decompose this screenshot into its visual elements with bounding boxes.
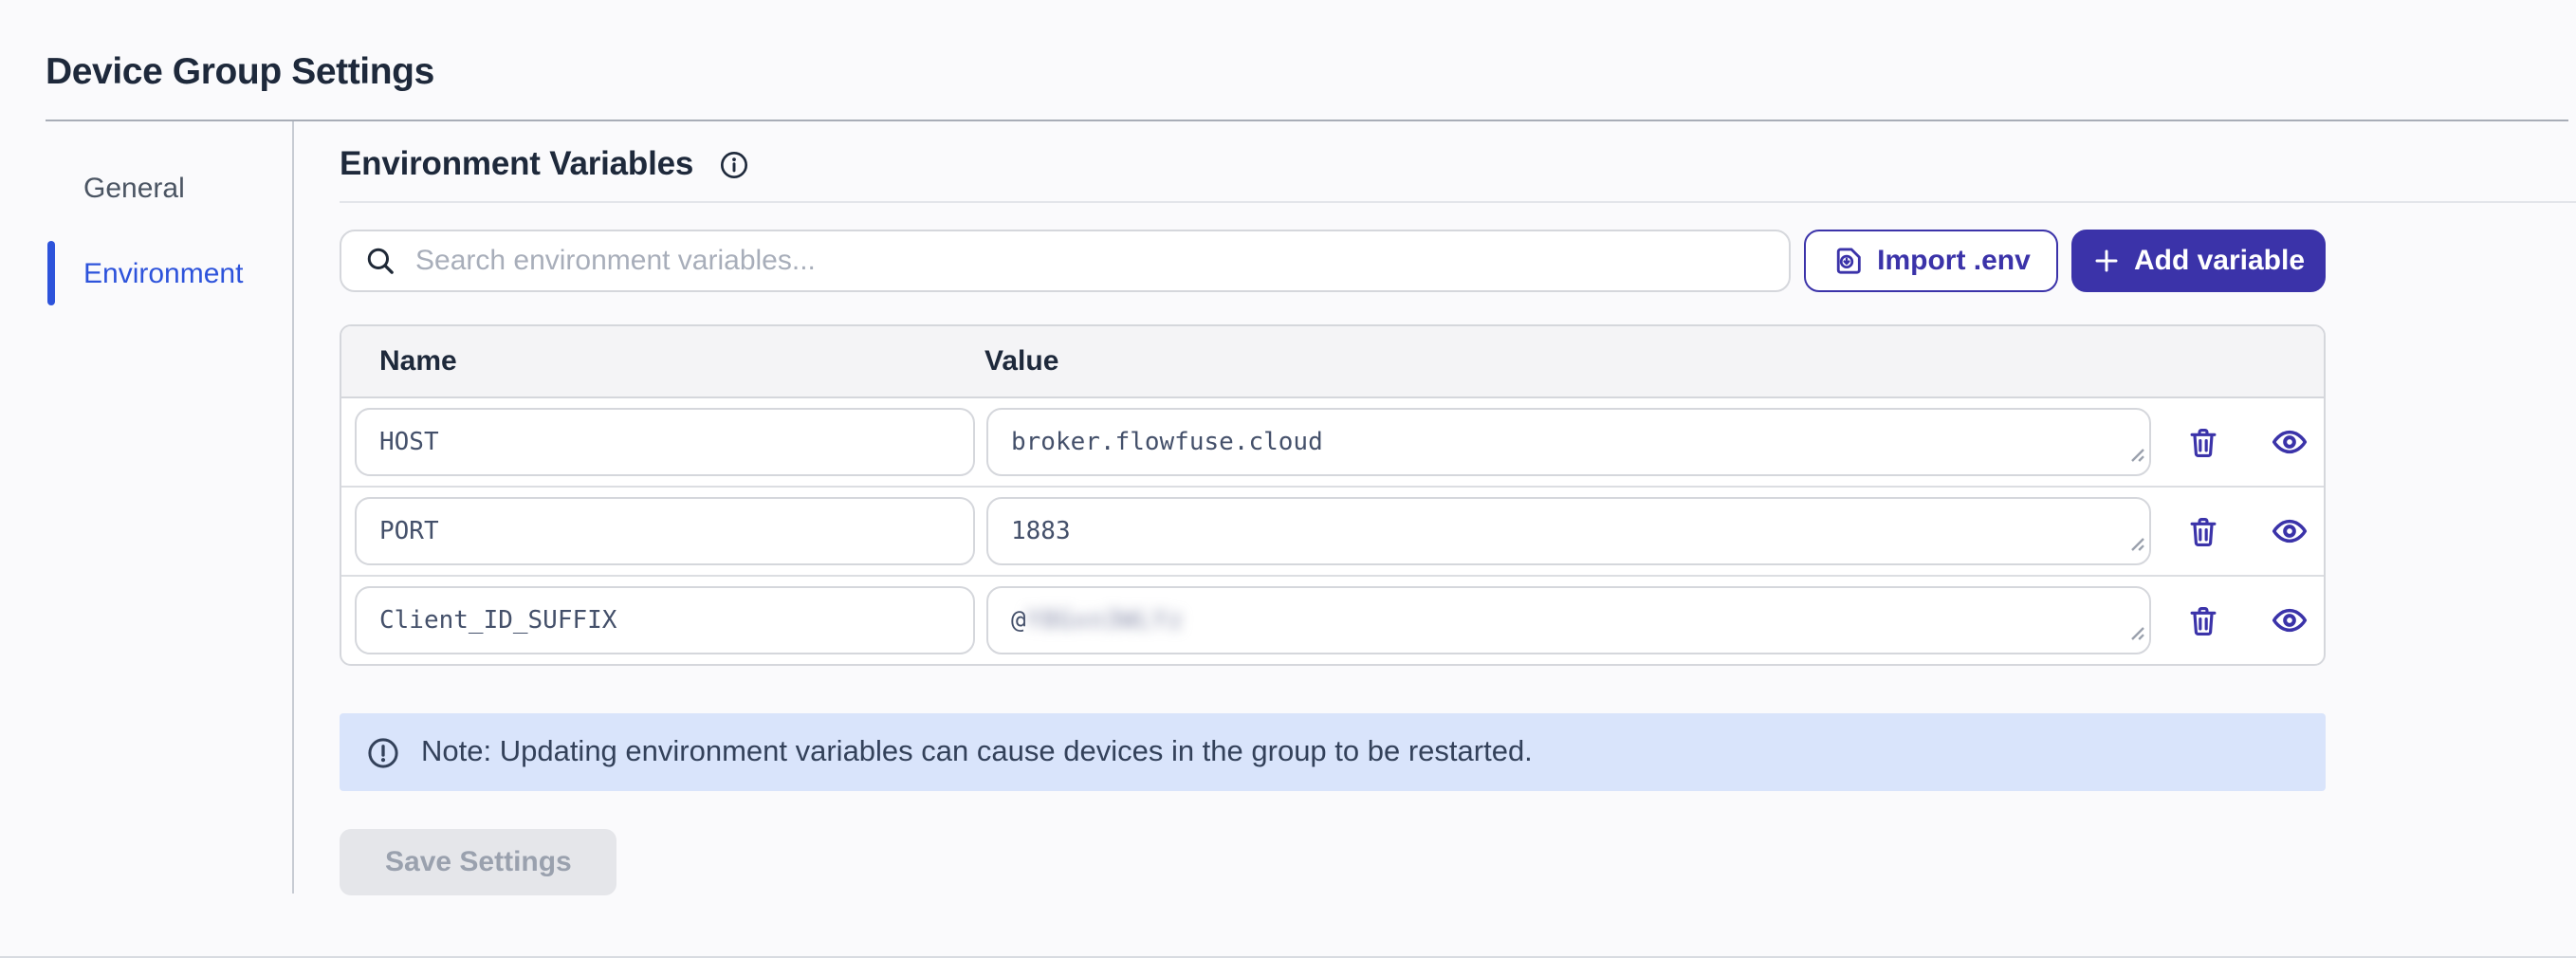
section-heading-row: Environment Variables bbox=[340, 144, 2576, 184]
resize-handle[interactable] bbox=[2126, 531, 2145, 560]
variable-value-textarea[interactable]: 1883 bbox=[986, 497, 2151, 565]
delete-variable-button[interactable] bbox=[2185, 424, 2221, 460]
settings-sidebar: General Environment bbox=[0, 121, 294, 894]
section-heading: Environment Variables bbox=[340, 144, 693, 184]
variable-value-text: 1883 bbox=[1011, 517, 1071, 545]
resize-handle[interactable] bbox=[2126, 442, 2145, 470]
trash-icon bbox=[2185, 513, 2221, 549]
device-group-settings-page: Device Group Settings General Environmen… bbox=[0, 0, 2576, 958]
delete-variable-button[interactable] bbox=[2185, 602, 2221, 638]
eye-icon bbox=[2271, 512, 2309, 550]
sidebar-item-label: Environment bbox=[83, 257, 243, 289]
reveal-value-button[interactable] bbox=[2271, 601, 2309, 639]
search-box[interactable] bbox=[340, 230, 1791, 292]
env-controls-row: Import .env Add variable bbox=[340, 230, 2326, 292]
table-row: 1883 bbox=[341, 486, 2324, 575]
masked-value-text: Y8Gxn3WLYz bbox=[1026, 606, 1185, 635]
reveal-value-button[interactable] bbox=[2271, 512, 2309, 550]
settings-content: General Environment Environment Variable… bbox=[0, 121, 2576, 895]
section-divider bbox=[340, 201, 2576, 203]
delete-variable-button[interactable] bbox=[2185, 513, 2221, 549]
search-input[interactable] bbox=[415, 245, 1766, 277]
active-indicator-bar bbox=[47, 241, 55, 305]
resize-handle[interactable] bbox=[2126, 620, 2145, 649]
page-title: Device Group Settings bbox=[0, 0, 2576, 95]
variable-value-text: broker.flowfuse.cloud bbox=[1011, 428, 1323, 456]
variable-value-textarea[interactable]: broker.flowfuse.cloud bbox=[986, 408, 2151, 476]
sidebar-item-environment[interactable]: Environment bbox=[47, 239, 292, 307]
variable-value-textarea[interactable]: @ Y8Gxn3WLYz bbox=[986, 586, 2151, 654]
trash-icon bbox=[2185, 424, 2221, 460]
add-variable-label: Add variable bbox=[2134, 245, 2305, 277]
column-header-value: Value bbox=[973, 345, 2151, 378]
info-icon[interactable] bbox=[718, 149, 748, 179]
env-variables-table: Name Value broker.flowfuse.cloud bbox=[340, 324, 2326, 666]
import-env-button[interactable]: Import .env bbox=[1804, 230, 2058, 292]
eye-icon bbox=[2271, 601, 2309, 639]
search-icon bbox=[364, 245, 396, 277]
alert-circle-icon bbox=[366, 735, 400, 769]
document-download-icon bbox=[1831, 245, 1864, 277]
note-text: Note: Updating environment variables can… bbox=[421, 735, 1533, 769]
variable-name-input[interactable] bbox=[355, 497, 975, 565]
table-row: broker.flowfuse.cloud bbox=[341, 398, 2324, 486]
import-env-label: Import .env bbox=[1877, 245, 2031, 277]
eye-icon bbox=[2271, 423, 2309, 461]
add-variable-button[interactable]: Add variable bbox=[2071, 230, 2326, 292]
table-header-row: Name Value bbox=[341, 326, 2324, 398]
note-banner: Note: Updating environment variables can… bbox=[340, 713, 2326, 791]
column-header-name: Name bbox=[341, 345, 973, 378]
row-actions bbox=[2164, 512, 2324, 550]
trash-icon bbox=[2185, 602, 2221, 638]
plus-icon bbox=[2092, 247, 2121, 275]
save-settings-button[interactable]: Save Settings bbox=[340, 829, 617, 895]
table-row: @ Y8Gxn3WLYz bbox=[341, 575, 2324, 664]
row-actions bbox=[2164, 423, 2324, 461]
variable-name-input[interactable] bbox=[355, 408, 975, 476]
variable-name-input[interactable] bbox=[355, 586, 975, 654]
environment-panel: Environment Variables bbox=[294, 121, 2576, 895]
row-actions bbox=[2164, 601, 2324, 639]
sidebar-item-label: General bbox=[83, 172, 185, 204]
variable-value-prefix: @ bbox=[1011, 606, 1026, 635]
sidebar-item-general[interactable]: General bbox=[47, 154, 292, 222]
reveal-value-button[interactable] bbox=[2271, 423, 2309, 461]
